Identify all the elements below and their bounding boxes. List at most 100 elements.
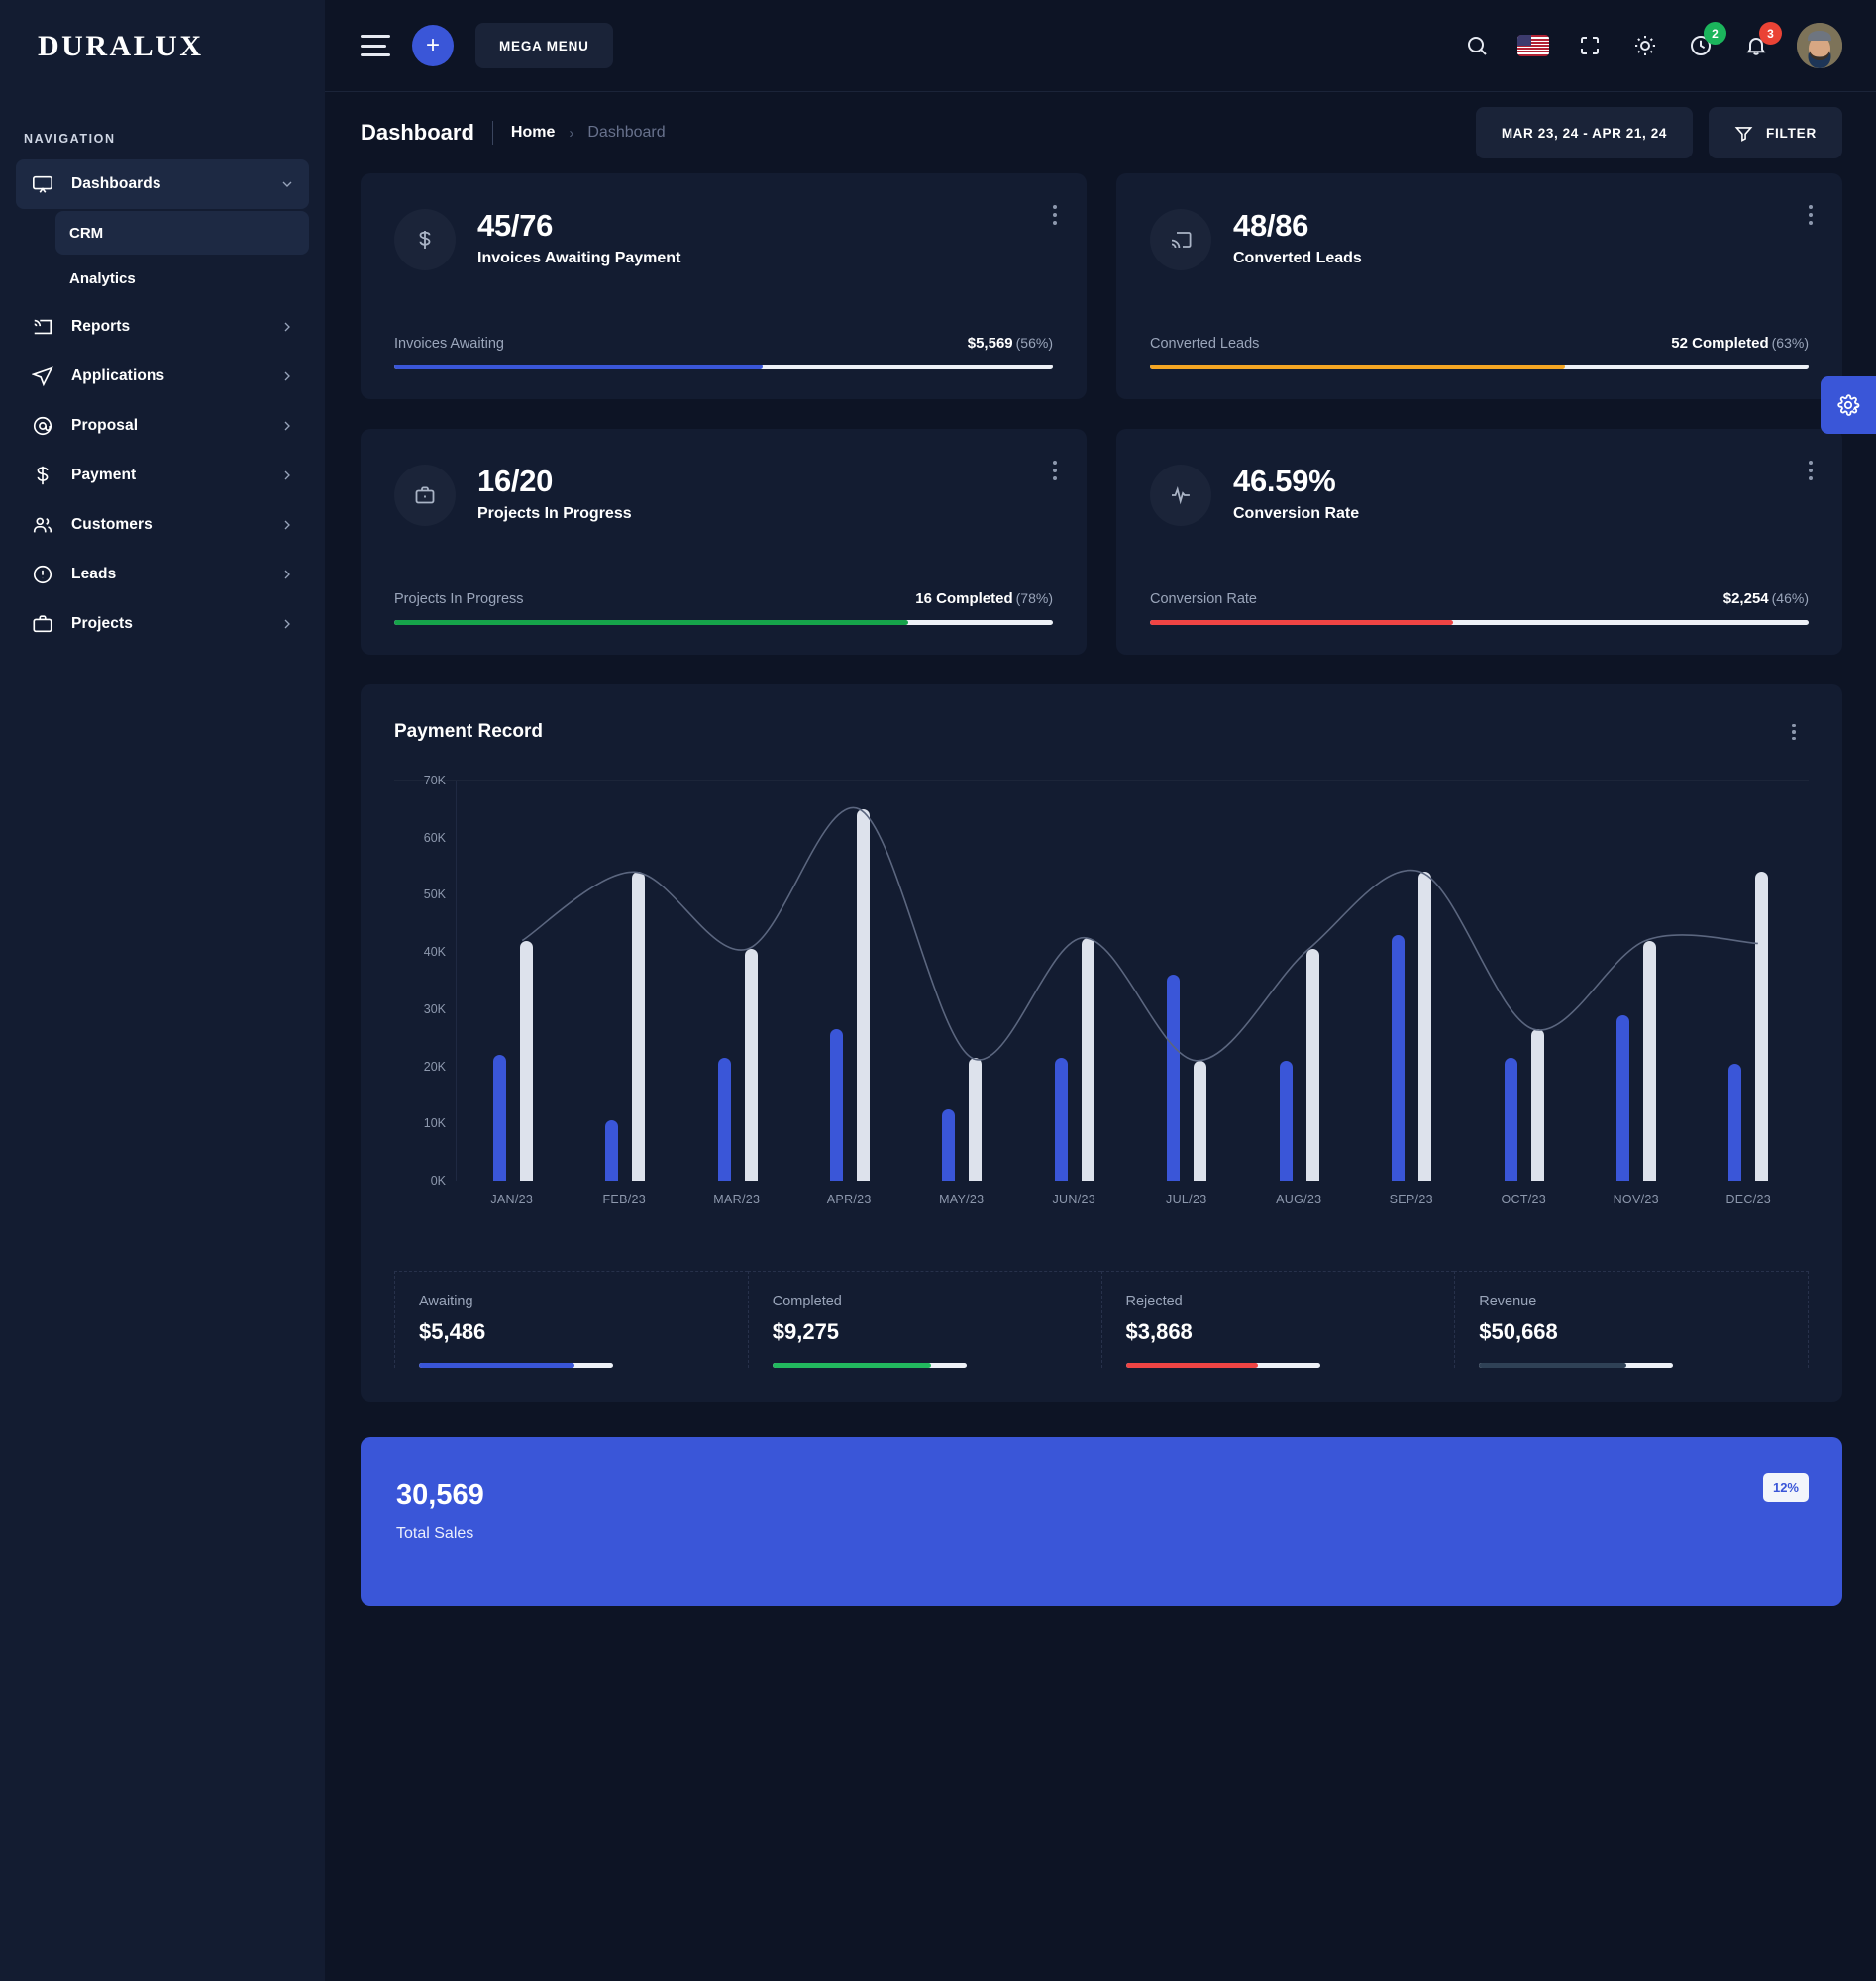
total-sales-value: 30,569	[396, 1479, 484, 1511]
chart-bar-total	[744, 949, 758, 1181]
sidebar-label-crm: CRM	[69, 224, 104, 242]
bell-icon[interactable]: 3	[1741, 22, 1782, 60]
sidebar-item-proposal[interactable]: Proposal	[16, 401, 309, 451]
chart-bar-total	[632, 872, 646, 1181]
x-axis-tick: NOV/23	[1613, 1193, 1659, 1206]
chart-bar-total	[1418, 872, 1432, 1181]
chart-bar-payments	[1167, 975, 1181, 1181]
progress-percent: (63%)	[1771, 335, 1809, 351]
header-actions: 2 3	[1462, 22, 1842, 68]
us-flag-icon[interactable]	[1517, 35, 1549, 56]
progress-percent: (56%)	[1015, 335, 1053, 351]
chart-bar-group	[1693, 781, 1805, 1181]
sun-icon[interactable]	[1630, 31, 1660, 60]
summary-bar-fill	[419, 1363, 574, 1368]
panel-menu-icon[interactable]	[1779, 717, 1809, 747]
chevron-right-icon	[284, 619, 290, 629]
chart-bar-payments	[1615, 1014, 1629, 1181]
sidebar-label-proposal: Proposal	[71, 417, 139, 434]
breadcrumb-divider	[491, 121, 493, 145]
stat-card-leads: 48/86 Converted Leads Converted Leads 52…	[1116, 173, 1842, 399]
chart-bar-payments	[1392, 934, 1406, 1181]
x-axis-tick: JUL/23	[1166, 1193, 1207, 1206]
clock-icon[interactable]: 2	[1686, 22, 1726, 60]
brand-logo[interactable]: DURALUX	[0, 0, 325, 92]
progress-label: Converted Leads	[1150, 336, 1260, 352]
summary-label: Rejected	[1125, 1294, 1183, 1309]
hamburger-icon[interactable]	[361, 35, 390, 56]
sidebar-item-reports[interactable]: Reports	[16, 302, 309, 352]
chart-bar-group	[681, 781, 793, 1181]
stat-title: Converted Leads	[1233, 250, 1362, 267]
progress-label: Invoices Awaiting	[394, 336, 504, 352]
chevron-right-icon	[284, 322, 290, 332]
mega-menu-button[interactable]: MEGA MENU	[475, 23, 613, 68]
card-menu-icon[interactable]	[1809, 461, 1813, 480]
filter-icon	[1734, 126, 1753, 142]
payment-record-panel: Payment Record 0K 10K 20K 30K 40K 50K 60K 70K J…	[361, 684, 1842, 1402]
sidebar-label-leads: Leads	[71, 566, 117, 582]
fullscreen-icon[interactable]	[1575, 31, 1605, 60]
chart-bar-total	[1530, 1029, 1544, 1181]
app-root: DURALUX NAVIGATION Dashboards CRM Analyt…	[0, 0, 1876, 1981]
date-range-button[interactable]: MAR 23, 24 - APR 21, 24	[1475, 107, 1693, 158]
x-axis-tick: AUG/23	[1276, 1193, 1322, 1206]
sidebar-item-applications[interactable]: Applications	[16, 352, 309, 401]
navigation-heading: NAVIGATION	[24, 132, 116, 146]
sidebar-subitem-analytics[interactable]: Analytics	[55, 257, 309, 300]
x-axis-tick: JAN/23	[490, 1193, 534, 1206]
settings-fab[interactable]	[1821, 376, 1876, 434]
filter-label: FILTER	[1765, 125, 1817, 141]
chart-bar-payments	[942, 1108, 956, 1181]
cast-icon	[1150, 209, 1211, 270]
card-menu-icon[interactable]	[1809, 205, 1813, 225]
main-area: + MEGA MENU 2 3 Dashboard Home › Dashboa…	[325, 0, 1876, 1981]
progress-bar	[394, 365, 1053, 369]
sidebar-label-applications: Applications	[71, 367, 165, 384]
stat-card-invoices: 45/76 Invoices Awaiting Payment Invoices…	[361, 173, 1087, 399]
progress-percent: (46%)	[1771, 590, 1809, 606]
projects-icon	[30, 611, 55, 637]
panel-header: Payment Record	[361, 684, 1842, 780]
y-axis-tick: 20K	[423, 1059, 446, 1074]
card-menu-icon[interactable]	[1053, 205, 1057, 225]
chart-bar-payments	[492, 1055, 506, 1181]
chart-bar-payments	[829, 1029, 843, 1181]
summary-label: Revenue	[1479, 1294, 1537, 1309]
sidebar-item-customers[interactable]: Customers	[16, 500, 309, 550]
summary-bar	[1479, 1363, 1674, 1368]
summary-tile: Revenue $50,668	[1454, 1271, 1809, 1368]
sidebar-label-customers: Customers	[71, 516, 153, 533]
chart-bar-group	[1580, 781, 1692, 1181]
chart-bar-group	[457, 781, 569, 1181]
sidebar-item-dashboards[interactable]: Dashboards	[16, 159, 309, 209]
y-axis-tick: 70K	[423, 774, 446, 787]
progress-percent: (78%)	[1015, 590, 1053, 606]
sidebar-item-payment[interactable]: Payment	[16, 451, 309, 500]
card-menu-icon[interactable]	[1053, 461, 1057, 480]
sidebar-label-projects: Projects	[71, 615, 133, 632]
summary-bar-fill	[772, 1363, 932, 1368]
breadcrumb-current: Dashboard	[587, 124, 666, 141]
y-axis-tick: 60K	[423, 830, 446, 845]
progress-fill	[1150, 365, 1565, 369]
reports-icon	[30, 314, 55, 340]
add-button[interactable]: +	[412, 25, 454, 66]
total-sales-label: Total Sales	[396, 1525, 474, 1542]
stat-value: 45/76	[477, 208, 554, 243]
filter-button[interactable]: FILTER	[1708, 107, 1842, 158]
sidebar-label-reports: Reports	[71, 318, 131, 335]
progress-value: 16 Completed (78%)	[915, 590, 1053, 607]
avatar[interactable]	[1797, 23, 1842, 68]
stat-title: Invoices Awaiting Payment	[477, 250, 681, 267]
chart-bar-group	[569, 781, 680, 1181]
chart-bar-total	[969, 1057, 983, 1181]
summary-label: Completed	[772, 1294, 842, 1309]
breadcrumb-home[interactable]: Home	[511, 124, 555, 142]
sidebar-item-leads[interactable]: Leads	[16, 550, 309, 599]
sidebar-item-projects[interactable]: Projects	[16, 599, 309, 649]
top-header: + MEGA MENU 2 3	[325, 0, 1876, 92]
search-icon[interactable]	[1462, 31, 1492, 60]
sidebar-subitem-crm[interactable]: CRM	[55, 211, 309, 255]
summary-tile: Completed $9,275	[747, 1271, 1101, 1368]
